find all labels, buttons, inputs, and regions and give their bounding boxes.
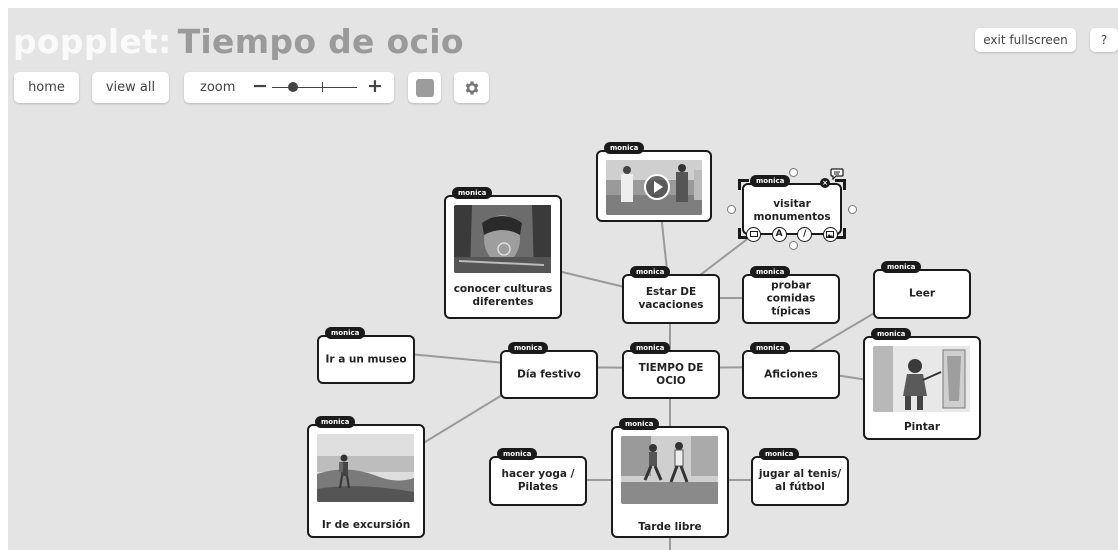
text-box-icon[interactable] bbox=[746, 226, 761, 242]
edit-toolbar: A / bbox=[746, 225, 838, 243]
exit-fullscreen-button[interactable]: exit fullscreen bbox=[975, 28, 1076, 52]
author-tag: monica bbox=[630, 266, 671, 278]
popplet-dia-festivo[interactable]: monica Día festivo bbox=[500, 342, 598, 399]
zoom-control: zoom − + bbox=[184, 72, 394, 103]
author-tag: monica bbox=[881, 261, 922, 273]
popplet-text[interactable]: jugar al tenis/ al fútbol bbox=[757, 468, 843, 494]
popplet-visitar-monumentos[interactable]: monica visitar monumentos × A / bbox=[727, 168, 857, 250]
popplet-photo bbox=[317, 434, 415, 502]
popplet-text[interactable]: Aficiones bbox=[748, 368, 834, 381]
play-icon[interactable] bbox=[644, 174, 670, 200]
popplet-estar-de-vacaciones[interactable]: monica Estar DE vacaciones bbox=[622, 266, 720, 324]
popplet-logo: popplet: bbox=[13, 22, 172, 61]
connect-handle-top[interactable] bbox=[789, 168, 798, 177]
popplet-text[interactable]: Tarde libre bbox=[617, 521, 723, 534]
zoom-in-button[interactable]: + bbox=[367, 75, 383, 97]
image-icon[interactable] bbox=[822, 226, 838, 242]
zoom-slider-tick bbox=[322, 82, 323, 92]
author-tag: monica bbox=[619, 418, 660, 430]
view-all-button[interactable]: view all bbox=[92, 72, 169, 103]
zoom-slider-track[interactable] bbox=[272, 87, 357, 88]
draw-icon[interactable]: / bbox=[797, 226, 813, 242]
author-tag: monica bbox=[871, 328, 912, 340]
running-image bbox=[621, 436, 718, 504]
painting-image bbox=[873, 346, 970, 412]
zoom-label: zoom bbox=[200, 80, 236, 95]
author-tag: monica bbox=[750, 175, 791, 187]
popplet-text[interactable]: Ir de excursión bbox=[313, 519, 419, 532]
zoom-out-button[interactable]: − bbox=[252, 75, 268, 97]
video-thumbnail[interactable] bbox=[606, 160, 702, 215]
board-title: Tiempo de ocio bbox=[177, 22, 464, 61]
author-tag: monica bbox=[630, 342, 671, 354]
help-button[interactable]: ? bbox=[1090, 28, 1118, 52]
popplet-text[interactable]: conocer culturas diferentes bbox=[450, 283, 556, 309]
author-tag: monica bbox=[325, 327, 366, 339]
popplet-tarde-libre[interactable]: monica Tarde libre bbox=[611, 418, 729, 538]
popplet-text[interactable]: visitar monumentos bbox=[748, 198, 836, 224]
popplet-video[interactable]: monica bbox=[596, 142, 712, 222]
popplet-photo bbox=[873, 346, 971, 412]
zoom-slider-handle[interactable] bbox=[288, 82, 299, 92]
text-box-glyph bbox=[749, 231, 758, 237]
gear-icon bbox=[465, 80, 478, 95]
author-tag: monica bbox=[508, 342, 549, 354]
popplet-hacer-yoga[interactable]: monica hacer yoga / Pilates bbox=[489, 448, 587, 506]
popplet-title: popplet: Tiempo de ocio bbox=[13, 20, 464, 64]
author-tag: monica bbox=[750, 266, 791, 278]
connect-handle-right[interactable] bbox=[848, 205, 857, 214]
home-button[interactable]: home bbox=[14, 72, 79, 103]
author-tag: monica bbox=[750, 342, 791, 354]
popplet-photo bbox=[454, 205, 552, 273]
hiking-image bbox=[317, 434, 414, 502]
popplet-ir-de-excursion[interactable]: monica Ir de excursión bbox=[307, 416, 425, 538]
popplet-aficiones[interactable]: monica Aficiones bbox=[742, 342, 840, 399]
popplet-photo bbox=[621, 436, 719, 504]
comment-icon[interactable] bbox=[830, 168, 844, 180]
selection-corner bbox=[738, 179, 749, 190]
popplet-conocer-culturas[interactable]: monica conocer culturas diferentes bbox=[444, 187, 562, 319]
popplet-text[interactable]: Estar DE vacaciones bbox=[628, 286, 714, 312]
popplet-text[interactable]: probar comidas típicas bbox=[748, 280, 834, 319]
font-icon[interactable]: A bbox=[771, 226, 787, 242]
author-tag: monica bbox=[759, 448, 800, 460]
popplet-text[interactable]: Día festivo bbox=[506, 368, 592, 381]
popplet-text[interactable]: Leer bbox=[879, 288, 965, 301]
popplet-text[interactable]: Ir a un museo bbox=[323, 353, 409, 366]
author-tag: monica bbox=[315, 416, 356, 428]
popplet-text[interactable]: Pintar bbox=[869, 421, 975, 434]
author-tag: monica bbox=[452, 187, 493, 199]
popplet-leer[interactable]: monica Leer bbox=[873, 261, 971, 319]
popplet-probar-comidas[interactable]: monica probar comidas típicas bbox=[742, 266, 840, 324]
culture-portrait-image bbox=[454, 205, 551, 273]
popplet-canvas[interactable]: popplet: Tiempo de ocio home view all zoo… bbox=[8, 8, 1118, 550]
connect-handle-left[interactable] bbox=[727, 205, 736, 214]
settings-button[interactable] bbox=[454, 72, 489, 103]
color-swatch bbox=[415, 78, 434, 97]
image-glyph bbox=[826, 230, 835, 238]
popplet-tiempo-de-ocio[interactable]: monica TIEMPO DE OCIO bbox=[622, 342, 720, 399]
selection-corner bbox=[835, 179, 846, 190]
color-button[interactable] bbox=[408, 72, 441, 103]
popplet-jugar-tenis[interactable]: monica jugar al tenis/ al fútbol bbox=[751, 448, 849, 506]
popplet-ir-a-un-museo[interactable]: monica Ir a un museo bbox=[317, 327, 415, 384]
popplet-text[interactable]: hacer yoga / Pilates bbox=[495, 468, 581, 494]
popplet-pintar[interactable]: monica Pintar bbox=[863, 328, 981, 440]
author-tag: monica bbox=[497, 448, 538, 460]
author-tag: monica bbox=[604, 142, 645, 154]
delete-icon[interactable]: × bbox=[820, 178, 830, 188]
popplet-text[interactable]: TIEMPO DE OCIO bbox=[628, 362, 714, 388]
